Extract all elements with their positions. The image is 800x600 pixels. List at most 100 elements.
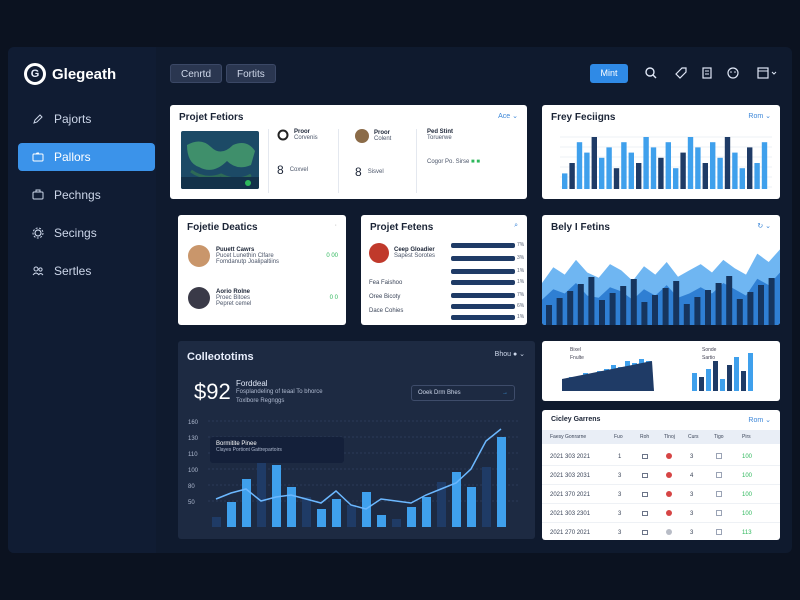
sidebar-item-sertles[interactable]: Sertles bbox=[18, 257, 155, 285]
brand[interactable]: G Glegeath bbox=[24, 63, 116, 85]
table-row[interactable]: 2021 303 2021 1 3 100 bbox=[542, 448, 780, 466]
bar bbox=[692, 373, 697, 391]
bar bbox=[482, 467, 491, 527]
search-icon[interactable]: ⌕ bbox=[514, 222, 518, 230]
column-header[interactable]: Tigo bbox=[714, 434, 724, 440]
status-dot bbox=[666, 510, 672, 516]
row-checkbox[interactable] bbox=[716, 453, 722, 459]
briefcase-icon bbox=[32, 189, 44, 200]
column-header[interactable]: Pirs bbox=[742, 434, 751, 440]
column-header[interactable]: Tlnoj bbox=[664, 434, 675, 440]
bar bbox=[705, 290, 711, 325]
row-checkbox[interactable] bbox=[716, 491, 722, 497]
sidebar-item-label: Pajorts bbox=[54, 112, 92, 126]
bar bbox=[739, 168, 745, 189]
bar bbox=[620, 286, 627, 325]
table-row[interactable]: 2021 370 2021 3 3 100 bbox=[542, 486, 780, 504]
list-item-label: Fea Faishoo bbox=[369, 280, 403, 286]
calendar-dropdown-icon[interactable] bbox=[756, 66, 780, 80]
person[interactable]: Ceep Gloadier Sapest Sorotes bbox=[369, 243, 435, 263]
search-icon[interactable] bbox=[644, 66, 658, 80]
bar bbox=[212, 517, 221, 527]
legend-label: Sartio bbox=[702, 355, 715, 361]
cell-value: 3 bbox=[690, 511, 694, 517]
row-icon bbox=[642, 530, 648, 535]
progress-percent: 1% bbox=[517, 268, 525, 274]
progress-bar bbox=[451, 293, 515, 298]
primary-button[interactable]: Mint bbox=[590, 64, 628, 83]
column-header[interactable]: Roh bbox=[640, 434, 649, 440]
row-checkbox[interactable] bbox=[716, 529, 722, 535]
feature-item[interactable]: Proor Corvenis 8 Coxvel bbox=[268, 129, 330, 193]
sidebar-item-secings[interactable]: Secings bbox=[18, 219, 155, 247]
list-item[interactable]: Puuett Cawrs Pucet Lunethin Clfare Fomdanu… bbox=[188, 245, 338, 267]
bar bbox=[643, 137, 649, 189]
bar bbox=[768, 278, 775, 325]
row-checkbox[interactable] bbox=[716, 510, 722, 516]
progress-percent: 6% bbox=[517, 303, 525, 309]
table-row[interactable]: 2021 303 2031 3 4 100 bbox=[542, 467, 780, 485]
sidebar: G Glegeath Pajorts Pallors Pechngs Secin… bbox=[8, 47, 156, 553]
tag-icon[interactable] bbox=[674, 66, 688, 80]
y-tick-label: 130 bbox=[188, 436, 199, 442]
card-title: Fojetie Deatics bbox=[187, 222, 258, 233]
status-dot bbox=[666, 472, 672, 478]
cell-value: 3 bbox=[690, 454, 694, 460]
cell-date: 2021 270 2021 bbox=[550, 530, 591, 536]
bar bbox=[588, 277, 595, 325]
mini-charts-card: Bixel Fnulte Sonde Sartio bbox=[542, 341, 780, 401]
bar bbox=[715, 283, 722, 325]
document-icon[interactable] bbox=[700, 66, 714, 80]
card-action[interactable]: Ace ⌄ bbox=[498, 112, 518, 120]
feature-item[interactable]: Ped Stint Toruerwe Cogor Po. Sirse ■ ■ bbox=[416, 129, 520, 193]
bar bbox=[650, 147, 657, 189]
smile-icon[interactable] bbox=[726, 66, 740, 80]
bar bbox=[636, 163, 642, 189]
column-header[interactable]: Curs bbox=[688, 434, 699, 440]
folder-icon bbox=[32, 152, 44, 162]
bar bbox=[422, 497, 431, 527]
tab-cenrtd[interactable]: Cenrtd bbox=[170, 64, 223, 83]
more-icon[interactable]: · bbox=[335, 222, 337, 229]
table-row[interactable]: 2021 303 2301 3 3 100 bbox=[542, 505, 780, 523]
map-thumbnail[interactable] bbox=[181, 131, 259, 189]
tab-fortits[interactable]: Fortits bbox=[226, 64, 276, 83]
row-icon bbox=[642, 454, 648, 459]
list-item[interactable]: Aorio Rolne Proec Bitoes Pepret cemel 0 0 bbox=[188, 287, 338, 309]
bar bbox=[392, 519, 401, 527]
card-action[interactable]: Rom ⌄ bbox=[748, 112, 771, 120]
sidebar-item-pallors[interactable]: Pallors bbox=[18, 143, 155, 171]
cell-value: 3 bbox=[618, 530, 622, 536]
row-icon bbox=[642, 473, 648, 478]
pencil-icon bbox=[33, 114, 43, 124]
cell-value: 4 bbox=[690, 473, 694, 479]
table-row[interactable]: 2021 270 2021 3 3 113 bbox=[542, 524, 780, 540]
column-header[interactable]: Faesy Gonrarne bbox=[550, 434, 586, 440]
cell-value: 100 bbox=[742, 473, 753, 479]
bar bbox=[683, 304, 690, 325]
status-dot bbox=[666, 453, 672, 459]
row-icon bbox=[642, 492, 648, 497]
refresh-icon[interactable]: ↻ ⌄ bbox=[757, 222, 771, 230]
sidebar-item-label: Secings bbox=[54, 226, 97, 240]
card-filter[interactable]: Bhou ● ⌄ bbox=[495, 350, 525, 358]
column-header[interactable]: Fuo bbox=[614, 434, 623, 440]
bar bbox=[613, 168, 620, 189]
cell-value: 113 bbox=[742, 530, 752, 536]
legend-label: Bixel bbox=[570, 347, 581, 353]
select-dropdown[interactable]: Ooek Drm Bhes → bbox=[411, 385, 515, 401]
progress-bar bbox=[451, 280, 515, 285]
cell-value: 3 bbox=[690, 492, 694, 498]
area-chart bbox=[542, 249, 780, 325]
bar bbox=[761, 142, 768, 189]
sidebar-item-pechngs[interactable]: Pechngs bbox=[18, 181, 155, 209]
row-checkbox[interactable] bbox=[716, 472, 722, 478]
bar bbox=[287, 487, 296, 527]
card-action[interactable]: Rom ⌄ bbox=[748, 416, 771, 424]
feature-item[interactable]: Proor Colent 8 Sisvel bbox=[338, 129, 408, 193]
sidebar-item-pajorts[interactable]: Pajorts bbox=[18, 105, 155, 133]
metric-label: Forddeal bbox=[236, 379, 268, 388]
cell-value: 3 bbox=[690, 530, 694, 536]
cell-date: 2021 370 2021 bbox=[550, 492, 591, 498]
progress-percent: 3% bbox=[517, 255, 525, 261]
